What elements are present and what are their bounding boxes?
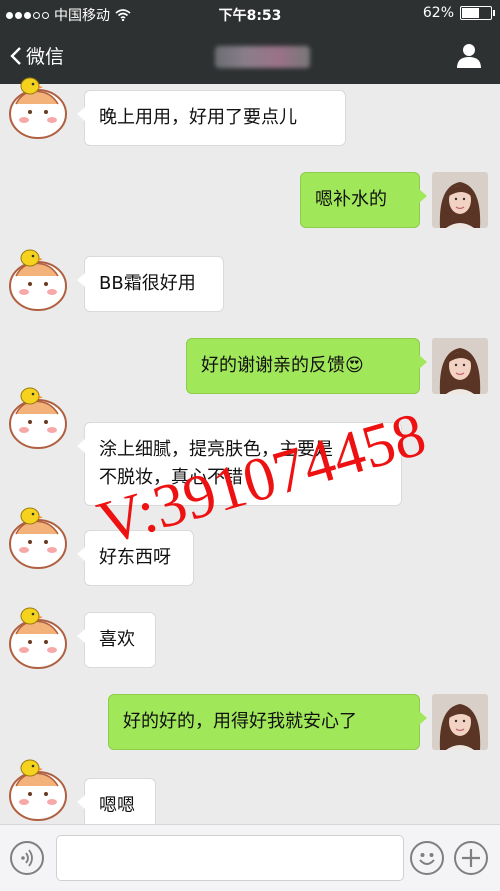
nav-bar: 微信 (0, 28, 500, 84)
outgoing-message-bubble[interactable]: 好的谢谢亲的反馈😍 (186, 338, 427, 394)
outgoing-message-bubble[interactable]: 好的好的，用得好我就安心了 (108, 694, 427, 750)
incoming-message-bubble[interactable]: 喜欢 (77, 612, 156, 668)
plus-button[interactable] (454, 841, 488, 875)
status-bar: 中国移动 下午8:53 62% (0, 0, 500, 28)
battery-icon (460, 6, 495, 20)
contact-avatar[interactable] (2, 74, 74, 146)
emoji-icon (419, 853, 435, 865)
outgoing-message-bubble[interactable]: 嗯补水的 (300, 172, 427, 228)
contact-avatar[interactable] (2, 756, 74, 828)
incoming-message-bubble[interactable]: 晚上用用，好用了要点儿 (77, 90, 346, 146)
chat-area[interactable]: 晚上用用，好用了要点儿 嗯补水的 BB霜很好用 好的谢谢亲的反馈😍 涂上细腻，提… (0, 77, 500, 834)
chat-title-blurred (215, 46, 310, 68)
back-button[interactable]: 微信 (10, 42, 64, 69)
message-input[interactable] (56, 835, 404, 881)
battery-fill (462, 8, 480, 18)
input-bar (0, 824, 500, 891)
contact-avatar[interactable] (2, 384, 74, 456)
voice-button[interactable] (10, 841, 44, 875)
status-right: 62% (422, 5, 495, 21)
my-avatar[interactable] (432, 694, 488, 750)
profile-button[interactable] (456, 42, 482, 72)
my-avatar[interactable] (432, 172, 488, 228)
contact-avatar[interactable] (2, 504, 74, 576)
battery-percent: 62% (422, 5, 454, 21)
voice-icon (21, 849, 33, 867)
back-label: 微信 (26, 46, 65, 68)
my-avatar[interactable] (432, 338, 488, 394)
contact-avatar[interactable] (2, 246, 74, 318)
contact-avatar[interactable] (2, 604, 74, 676)
person-icon (457, 44, 481, 68)
emoji-button[interactable] (410, 841, 444, 875)
incoming-message-bubble[interactable]: 好东西呀 (77, 530, 194, 586)
chevron-left-icon (10, 46, 21, 65)
incoming-message-bubble[interactable]: BB霜很好用 (77, 256, 224, 312)
plus-icon (462, 849, 480, 867)
incoming-message-bubble[interactable]: 涂上细腻，提亮肤色，主要是 不脱妆，真心不错 (77, 422, 402, 506)
